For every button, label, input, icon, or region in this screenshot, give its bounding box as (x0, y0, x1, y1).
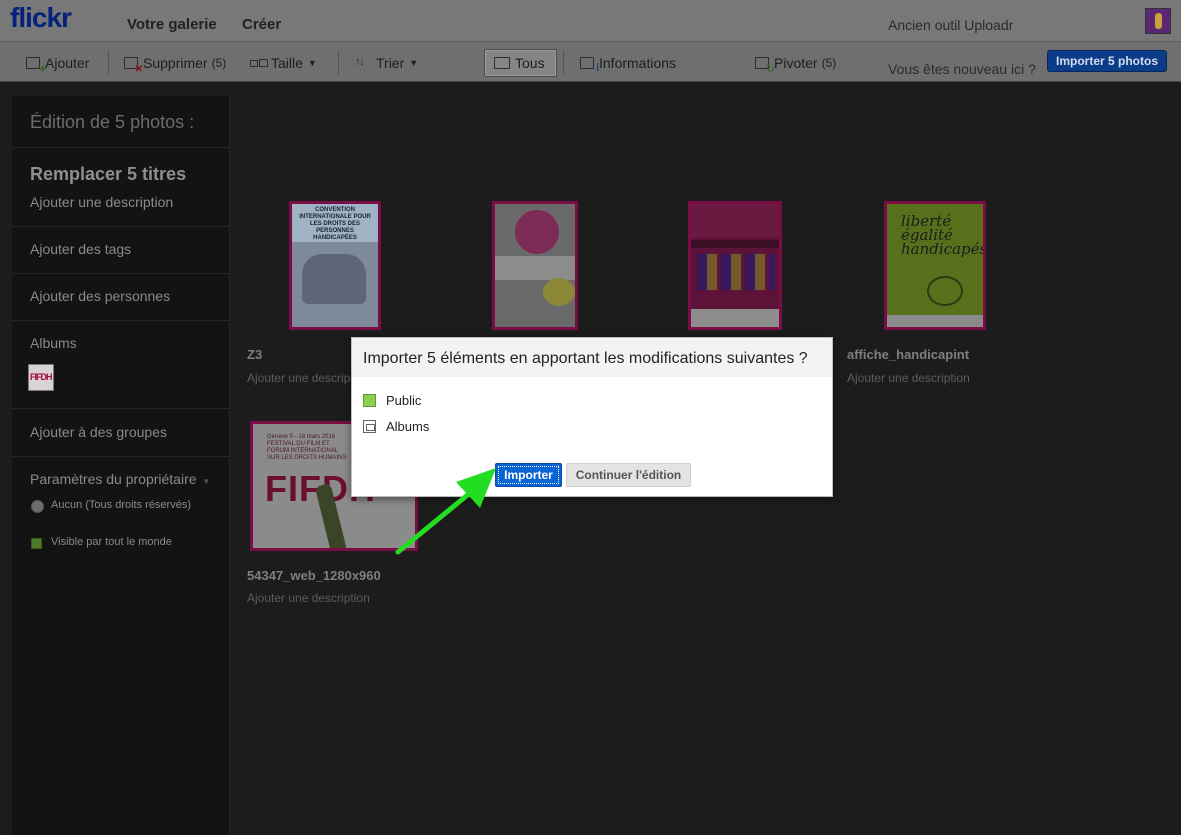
arrow-shaft (395, 485, 479, 555)
info-icon (580, 57, 599, 74)
album-thumbnail[interactable] (28, 364, 54, 391)
sort-dropdown[interactable]: Trier ▼ (355, 52, 418, 74)
size-label: Taille (271, 55, 303, 71)
info-label: Informations (599, 55, 677, 71)
continue-editing-button[interactable]: Continuer l'édition (566, 463, 691, 487)
photo-thumbnail[interactable] (688, 201, 782, 330)
owner-settings-toggle[interactable]: Paramètres du propriétaire ▼ (30, 471, 210, 487)
confirm-import-button[interactable]: Importer (495, 463, 562, 487)
photo-description[interactable]: Ajouter une descrip (247, 371, 350, 385)
album-icon (363, 420, 376, 433)
divider (12, 273, 230, 274)
divider (12, 147, 230, 148)
poster-small-text: Genève 5 - 18 mars 2016 FESTIVAL DU FILM… (267, 434, 347, 461)
option-label: Albums (386, 419, 430, 434)
poster-bubble (543, 278, 575, 306)
add-photo-icon (26, 57, 46, 76)
delete-icon (124, 57, 143, 75)
import-photos-button[interactable]: Importer 5 photos (1047, 50, 1167, 72)
rotate-icon (755, 57, 775, 75)
poster-footer (887, 315, 983, 327)
new-here-link[interactable]: Vous êtes nouveau ici ? (888, 61, 1036, 77)
sort-icon (355, 54, 371, 70)
poster-illustration (302, 254, 366, 304)
annotation-arrow-icon (395, 468, 496, 555)
photo-thumbnail-affiche[interactable]: liberté égalité handicapés (884, 201, 986, 330)
delete-button[interactable]: Supprimer (5) (124, 52, 227, 75)
sort-label: Trier (376, 55, 405, 71)
chevron-down-icon: ▼ (307, 58, 317, 68)
poster-header: CONVENTION INTERNATIONALE POUR LES DROIT… (292, 204, 378, 242)
option-public: Public (363, 393, 421, 408)
owner-settings-label: Paramètres du propriétaire (30, 471, 197, 487)
info-button[interactable]: Informations (580, 52, 676, 74)
rotate-count: (5) (821, 56, 837, 70)
add-tags-field[interactable]: Ajouter des tags (30, 241, 131, 257)
divider (12, 320, 230, 321)
dialog-header: Importer 5 éléments en apportant les mod… (352, 338, 832, 377)
size-dropdown[interactable]: Taille ▼ (250, 52, 317, 74)
albums-label[interactable]: Albums (30, 335, 77, 351)
add-button[interactable]: Ajouter (26, 52, 90, 76)
photo-title[interactable]: 54347_web_1280x960 (247, 568, 381, 583)
avatar[interactable] (1145, 8, 1171, 34)
visibility-setting[interactable]: Visible par tout le monde (51, 536, 172, 548)
nav-your-gallery[interactable]: Votre galerie (127, 16, 217, 33)
poster-header (691, 204, 779, 238)
top-nav-bar: flickr Votre galerie Créer Ancien outil … (0, 0, 1181, 41)
option-albums: Albums (363, 419, 429, 434)
poster-band (495, 256, 575, 280)
poster-circle (515, 210, 559, 254)
poster-heading-text: liberté égalité handicapés (901, 212, 986, 258)
poster-icons (697, 254, 775, 290)
replace-titles-field[interactable]: Remplacer 5 titres (30, 164, 186, 185)
license-setting[interactable]: Aucun (Tous droits réservés) (51, 499, 191, 511)
select-all-label: Tous (515, 55, 545, 71)
delete-count: (5) (211, 56, 227, 70)
rotate-button[interactable]: Pivoter (5) (755, 52, 837, 75)
divider (12, 226, 230, 227)
divider (12, 408, 230, 409)
photo-thumbnail[interactable] (492, 201, 578, 330)
photo-description[interactable]: Ajouter une description (247, 591, 370, 605)
select-all-icon (494, 57, 510, 69)
poster-footer (691, 309, 779, 327)
option-label: Public (386, 393, 422, 408)
wheelchair-drawing (927, 276, 963, 306)
delete-label: Supprimer (143, 55, 208, 71)
dialog-title: Importer 5 éléments en apportant les mod… (363, 350, 808, 367)
photo-thumbnail-z3[interactable]: CONVENTION INTERNATIONALE POUR LES DROIT… (289, 201, 381, 330)
add-groups-field[interactable]: Ajouter à des groupes (30, 424, 167, 440)
rotate-label: Pivoter (774, 55, 818, 71)
nav-create[interactable]: Créer (242, 16, 281, 33)
size-icon (250, 56, 268, 70)
poster-heading-text: CONVENTION INTERNATIONALE POUR LES DROIT… (299, 207, 371, 241)
privacy-public-icon (31, 538, 42, 549)
copyright-icon (31, 500, 44, 513)
photo-title[interactable]: affiche_handicapint (847, 347, 969, 362)
toolbar-divider (563, 51, 564, 75)
chevron-down-icon: ▼ (202, 477, 211, 486)
toolbar-divider (108, 51, 109, 75)
add-people-field[interactable]: Ajouter des personnes (30, 288, 170, 304)
chevron-down-icon: ▼ (409, 58, 419, 68)
divider (12, 456, 230, 457)
flickr-logo[interactable]: flickr (10, 2, 72, 34)
sidebar-title: Édition de 5 photos : (30, 112, 195, 132)
poster-band (691, 240, 779, 248)
edit-sidebar: Édition de 5 photos : Remplacer 5 titres… (12, 96, 230, 835)
select-all-button[interactable]: Tous (484, 49, 557, 77)
photo-description[interactable]: Ajouter une description (847, 371, 970, 385)
add-description-field[interactable]: Ajouter une description (30, 194, 173, 210)
old-uploader-link[interactable]: Ancien outil Uploadr (888, 17, 1013, 33)
toolbar-divider (338, 51, 339, 75)
public-icon (363, 394, 376, 407)
photo-title[interactable]: Z3 (247, 347, 262, 362)
add-label: Ajouter (45, 55, 90, 71)
